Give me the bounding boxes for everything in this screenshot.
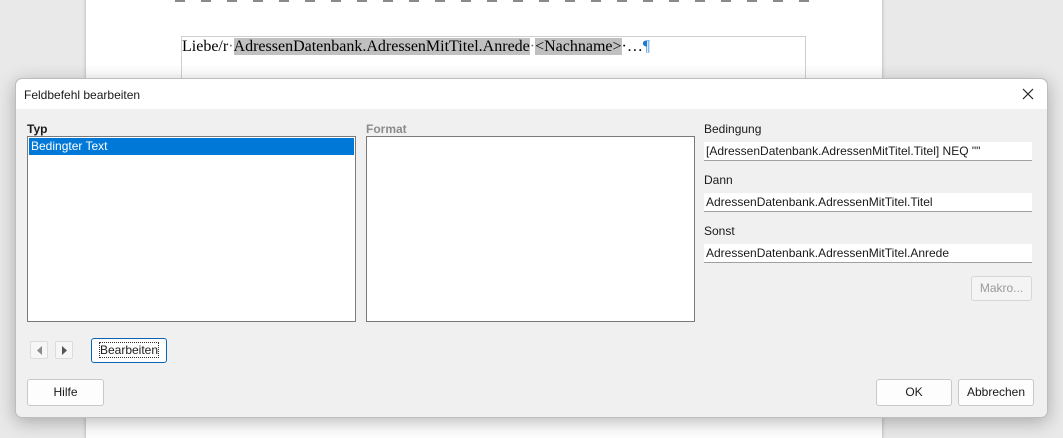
format-label: Format [366,122,407,136]
typ-label: Typ [27,122,48,136]
field-anrede[interactable]: AdressenDatenbank.AdressenMitTitel.Anred… [233,38,530,55]
document-top-text-fragment [175,0,810,2]
abbrechen-button[interactable]: Abbrechen [958,379,1034,406]
bedingung-label: Bedingung [704,122,762,136]
bearbeiten-button[interactable]: Bearbeiten [91,338,167,363]
document-text-prefix: Liebe/r [182,38,229,55]
list-item-bedingter-text[interactable]: Bedingter Text [29,138,354,155]
close-button[interactable] [1017,83,1039,105]
sonst-input[interactable]: AdressenDatenbank.AdressenMitTitel.Anred… [704,244,1032,263]
pilcrow-icon: ¶ [642,38,651,55]
document-text-line[interactable]: Liebe/r·AdressenDatenbank.AdressenMitTit… [182,38,650,56]
triangle-right-icon [62,346,67,355]
hilfe-button[interactable]: Hilfe [27,379,104,406]
format-listbox[interactable] [366,136,695,322]
sonst-label: Sonst [704,224,735,238]
typ-listbox[interactable]: Bedingter Text [27,136,356,322]
bedingung-input[interactable]: [AdressenDatenbank.AdressenMitTitel.Tite… [704,142,1032,161]
makro-button[interactable]: Makro... [971,276,1032,301]
dann-input[interactable]: AdressenDatenbank.AdressenMitTitel.Titel [704,193,1032,212]
edit-field-dialog: Feldbefehl bearbeiten Typ Bedingter Text… [15,78,1048,418]
dialog-title: Feldbefehl bearbeiten [24,88,141,102]
next-button[interactable] [55,341,73,359]
triangle-left-icon [37,346,42,355]
ok-button[interactable]: OK [876,379,952,406]
field-nachname[interactable]: <Nachname> [535,38,622,55]
space-marker: · [228,38,234,55]
bearbeiten-button-label: Bearbeiten [98,342,160,358]
dann-label: Dann [704,173,733,187]
previous-button[interactable] [30,341,48,359]
close-icon [1022,88,1034,100]
dialog-titlebar[interactable]: Feldbefehl bearbeiten [16,79,1047,109]
document-text-suffix: ·… [621,38,643,55]
